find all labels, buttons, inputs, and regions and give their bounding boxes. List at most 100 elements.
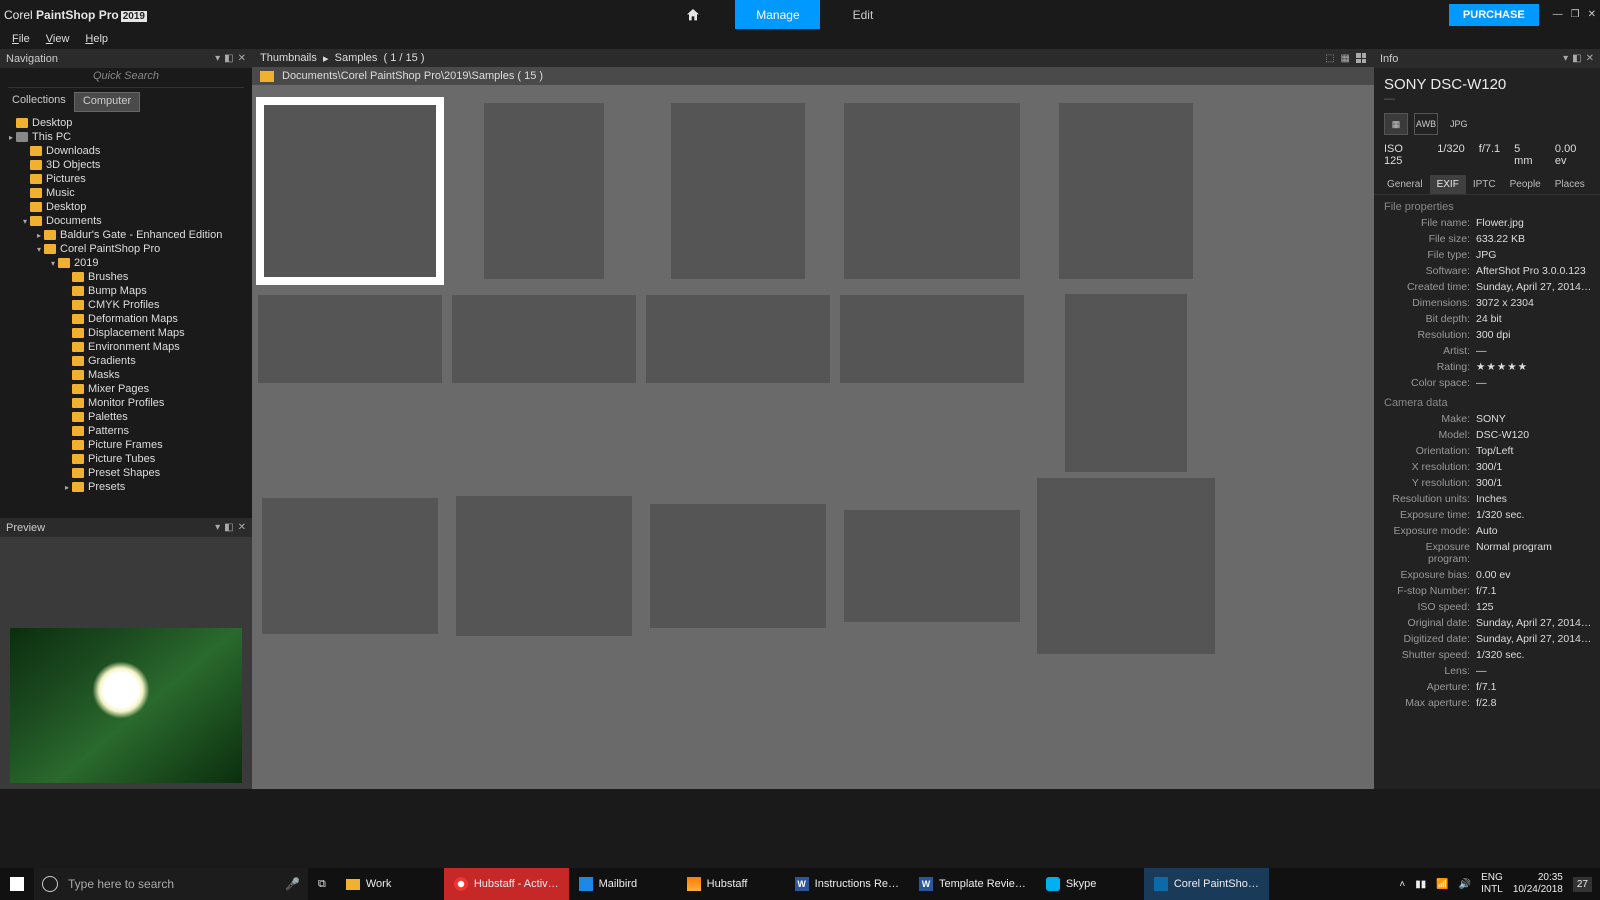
- thumbnail-item[interactable]: [838, 481, 1026, 651]
- thumbnail-item[interactable]: [450, 97, 638, 285]
- thumbnail-item[interactable]: [1032, 291, 1220, 475]
- thumbnail-item[interactable]: [1032, 481, 1220, 651]
- taskbar-app[interactable]: WTemplate Revie…: [909, 868, 1036, 900]
- thumbnail-item[interactable]: [256, 481, 444, 651]
- thumbnail-item[interactable]: [838, 291, 1026, 387]
- thumbnail-item[interactable]: [256, 291, 444, 387]
- tree-item[interactable]: Deformation Maps: [0, 312, 252, 326]
- tree-item[interactable]: Mixer Pages: [0, 382, 252, 396]
- info-tab-iptc[interactable]: IPTC: [1466, 175, 1503, 194]
- view-raw-icon[interactable]: AWB: [1414, 113, 1438, 135]
- tree-item[interactable]: ▾Documents: [0, 214, 252, 228]
- tree-item[interactable]: Palettes: [0, 410, 252, 424]
- tab-manage[interactable]: Manage: [735, 0, 820, 29]
- crumb-count: ( 1 / 15 ): [384, 52, 425, 64]
- tree-item[interactable]: 3D Objects: [0, 158, 252, 172]
- tree-item[interactable]: ▾Corel PaintShop Pro: [0, 242, 252, 256]
- tree-item[interactable]: Downloads: [0, 144, 252, 158]
- tree-item[interactable]: Preset Shapes: [0, 466, 252, 480]
- maximize-button[interactable]: ❐: [1571, 9, 1580, 20]
- quick-search-input[interactable]: Quick Search: [8, 70, 244, 88]
- panel-undock-icon[interactable]: ◧: [1572, 53, 1581, 64]
- wifi-icon[interactable]: 📶: [1436, 879, 1448, 890]
- panel-undock-icon[interactable]: ◧: [224, 522, 233, 533]
- tree-item[interactable]: Gradients: [0, 354, 252, 368]
- menu-file[interactable]: File: [6, 31, 36, 47]
- thumbnail-item[interactable]: [450, 291, 638, 387]
- tree-item[interactable]: Picture Frames: [0, 438, 252, 452]
- taskbar-app[interactable]: Skype: [1036, 868, 1144, 900]
- taskbar-search[interactable]: Type here to search 🎤: [34, 868, 308, 900]
- panel-close-icon[interactable]: ✕: [1586, 53, 1594, 64]
- tree-item[interactable]: Music: [0, 186, 252, 200]
- info-tab-general[interactable]: General: [1380, 175, 1430, 194]
- volume-icon[interactable]: 🔊: [1459, 879, 1471, 890]
- path-bar[interactable]: Documents\Corel PaintShop Pro\2019\Sampl…: [252, 67, 1374, 85]
- nav-tab-computer[interactable]: Computer: [74, 92, 140, 112]
- view-thumb-small-icon[interactable]: ⬚: [1325, 53, 1334, 64]
- info-tab-exif[interactable]: EXIF: [1430, 175, 1466, 194]
- language-indicator[interactable]: ENGINTL: [1481, 872, 1503, 896]
- task-view-button[interactable]: ⧉: [308, 868, 336, 900]
- thumbnail-item[interactable]: [1032, 97, 1220, 285]
- minimize-button[interactable]: —: [1553, 9, 1563, 20]
- tree-item[interactable]: Displacement Maps: [0, 326, 252, 340]
- menu-view[interactable]: View: [40, 31, 76, 47]
- thumbnail-item[interactable]: [450, 481, 638, 651]
- tab-home[interactable]: [650, 0, 735, 29]
- tree-item[interactable]: Brushes: [0, 270, 252, 284]
- panel-menu-icon[interactable]: ▾: [215, 522, 220, 533]
- view-thumb-grid-icon[interactable]: [1356, 53, 1366, 63]
- tree-item[interactable]: ▸Baldur's Gate - Enhanced Edition: [0, 228, 252, 242]
- tree-item[interactable]: ▸Presets: [0, 480, 252, 494]
- taskbar-app[interactable]: Corel PaintSho…: [1144, 868, 1269, 900]
- breadcrumb: Thumbnails ▸ Samples ( 1 / 15 ) ⬚ ▦: [252, 49, 1374, 67]
- mic-icon[interactable]: 🎤: [285, 877, 300, 891]
- panel-close-icon[interactable]: ✕: [238, 522, 246, 533]
- taskbar-app[interactable]: Work: [336, 868, 444, 900]
- purchase-button[interactable]: PURCHASE: [1449, 4, 1539, 26]
- tree-item[interactable]: ▾2019: [0, 256, 252, 270]
- thumbnail-item[interactable]: [644, 291, 832, 387]
- tree-item[interactable]: Pictures: [0, 172, 252, 186]
- tab-edit[interactable]: Edit: [820, 0, 905, 29]
- menu-help[interactable]: Help: [79, 31, 114, 47]
- panel-menu-icon[interactable]: ▾: [1563, 53, 1568, 64]
- taskbar-app[interactable]: WInstructions Re…: [785, 868, 909, 900]
- info-tab-people[interactable]: People: [1503, 175, 1548, 194]
- clock[interactable]: 20:3510/24/2018: [1513, 872, 1563, 896]
- view-grid-icon[interactable]: ▦: [1384, 113, 1408, 135]
- tray-chevron-icon[interactable]: ˄: [1399, 879, 1405, 890]
- notifications-button[interactable]: 27: [1573, 877, 1592, 892]
- property-row: Y resolution:300/1: [1374, 475, 1600, 491]
- info-tab-places[interactable]: Places: [1548, 175, 1592, 194]
- tree-item[interactable]: Bump Maps: [0, 284, 252, 298]
- tree-item[interactable]: CMYK Profiles: [0, 298, 252, 312]
- tree-item[interactable]: Masks: [0, 368, 252, 382]
- panel-close-icon[interactable]: ✕: [238, 53, 246, 64]
- tree-item[interactable]: Desktop: [0, 200, 252, 214]
- tree-item[interactable]: Patterns: [0, 424, 252, 438]
- tree-item[interactable]: Monitor Profiles: [0, 396, 252, 410]
- taskbar-app[interactable]: Hubstaff: [677, 868, 785, 900]
- start-button[interactable]: [0, 868, 34, 900]
- tree-item[interactable]: Environment Maps: [0, 340, 252, 354]
- crumb-thumbnails[interactable]: Thumbnails: [260, 52, 317, 64]
- tree-item[interactable]: ▸This PC: [0, 130, 252, 144]
- tree-item[interactable]: Picture Tubes: [0, 452, 252, 466]
- panel-menu-icon[interactable]: ▾: [215, 53, 220, 64]
- thumbnail-item[interactable]: [644, 481, 832, 651]
- panel-undock-icon[interactable]: ◧: [224, 53, 233, 64]
- crumb-samples[interactable]: Samples: [335, 52, 378, 64]
- folder-tree[interactable]: Desktop▸This PC Downloads 3D Objects Pic…: [0, 114, 252, 518]
- view-thumb-med-icon[interactable]: ▦: [1341, 53, 1350, 64]
- taskbar-app[interactable]: Mailbird: [569, 868, 677, 900]
- thumbnail-item[interactable]: [256, 97, 444, 285]
- thumbnail-item[interactable]: [644, 97, 832, 285]
- taskbar-app[interactable]: Hubstaff - Activ…: [444, 868, 569, 900]
- thumbnail-item[interactable]: [838, 97, 1026, 285]
- battery-icon[interactable]: ▮▮: [1415, 879, 1426, 890]
- close-button[interactable]: ✕: [1588, 9, 1596, 20]
- tree-item[interactable]: Desktop: [0, 116, 252, 130]
- nav-tab-collections[interactable]: Collections: [4, 92, 74, 112]
